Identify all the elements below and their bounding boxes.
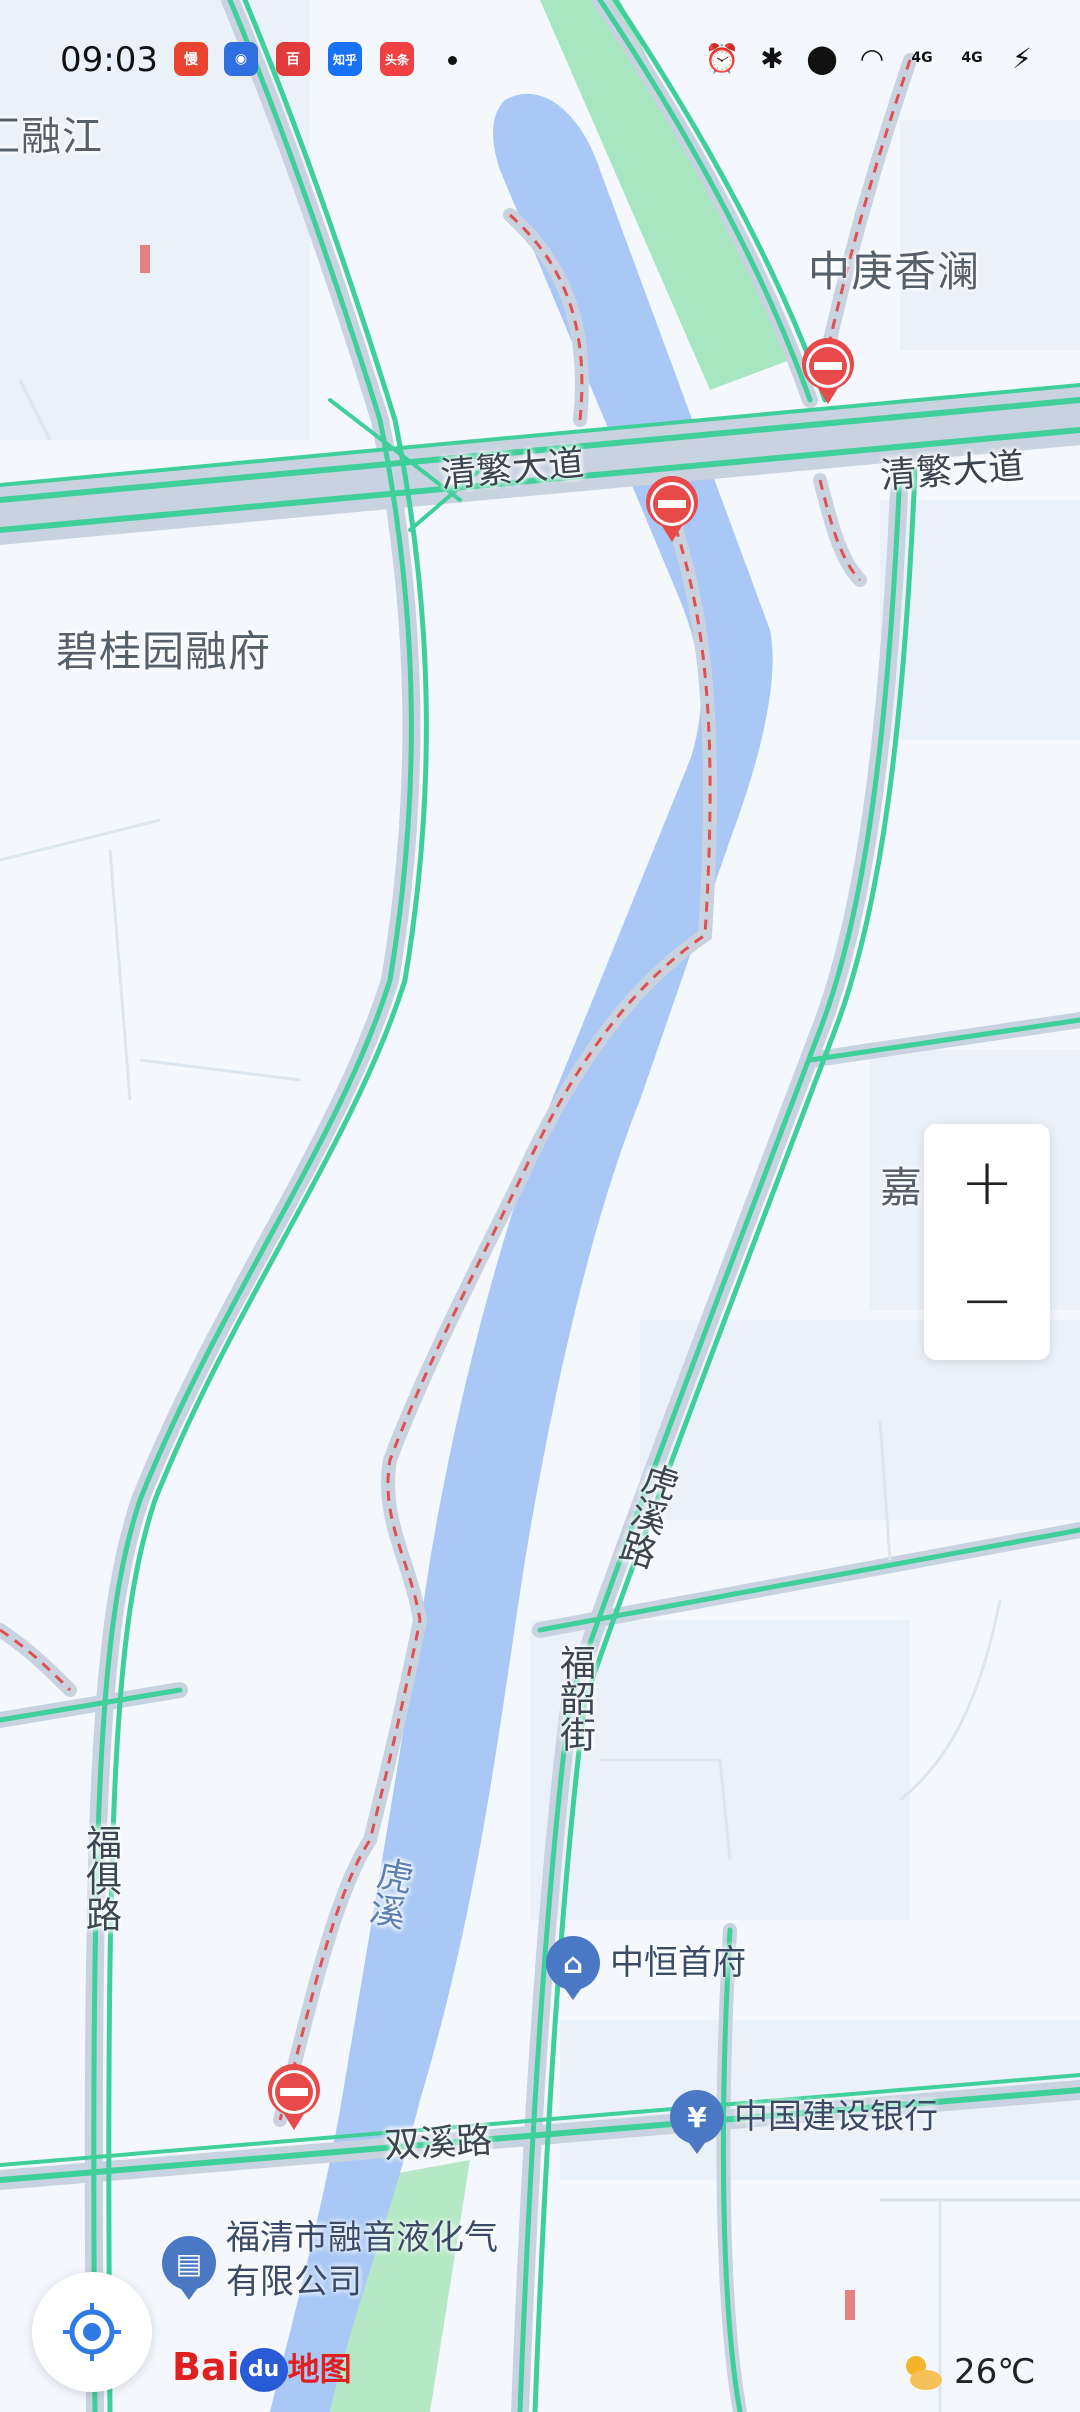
company-icon: ▤	[162, 2236, 216, 2290]
logo-bai: Bai	[172, 2345, 240, 2389]
bluetooth-icon: ✱	[760, 41, 784, 75]
poi-name: 中恒首府	[610, 1943, 746, 1983]
alarm-icon: ⏰	[704, 41, 740, 75]
road-label-qingfan-right[interactable]: 清繁大道	[878, 437, 1026, 499]
no-entry-marker-1[interactable]	[800, 338, 856, 408]
baidu-assistant-icon: ◉	[224, 42, 258, 76]
system-status-icons: ⏰ ✱ ⬤ ◠ 4G 4G ⚡	[704, 38, 1040, 78]
logo-paw-icon: du	[239, 2347, 288, 2392]
poi-name: 中国建设银行	[734, 2097, 938, 2137]
man-app-icon: 慢	[174, 42, 208, 76]
poi-name-line1: 福清市融音液化气	[226, 2218, 498, 2258]
bank-yuan-icon: ¥	[670, 2090, 724, 2144]
charging-icon: ⚡	[1012, 41, 1032, 75]
toutiao-app-icon: 头条	[380, 42, 414, 76]
status-bar: 09:03 慢 ◉ 百 知乎 头条 ⏰ ✱ ⬤ ◠ 4G 4G ⚡	[0, 0, 1080, 120]
logo-ditu: 地图	[287, 2350, 352, 2388]
area-label-huirongjiang[interactable]: 汇融江	[0, 104, 103, 162]
baidu-wallet-icon: 百	[276, 42, 310, 76]
no-entry-marker-3[interactable]	[266, 2064, 322, 2134]
area-label-biguiyuan[interactable]: 碧桂园融府	[56, 618, 271, 679]
crosshair-location-icon	[63, 2303, 121, 2361]
zoom-controls: + −	[924, 1124, 1050, 1360]
zoom-in-button[interactable]: +	[924, 1124, 1050, 1242]
poi-construction-bank[interactable]: ¥ 中国建设银行	[670, 2090, 938, 2144]
poi-name-line2: 有限公司	[226, 2262, 362, 2302]
partly-cloudy-icon	[906, 2356, 942, 2390]
location-icon: ⬤	[806, 41, 838, 75]
road-label-shuangxi[interactable]: 双溪路	[383, 2111, 494, 2169]
zoom-out-button[interactable]: −	[924, 1242, 1050, 1360]
area-label-zhonggeng[interactable]: 中庚香澜	[808, 238, 980, 299]
road-label-fushao[interactable]: 福韶街	[548, 1644, 600, 1752]
locate-me-button[interactable]	[32, 2272, 152, 2392]
poi-name: 福清市融音液化气 有限公司	[226, 2216, 498, 2304]
poi-zhongheng-shoufu[interactable]: ⌂ 中恒首府	[546, 1936, 746, 1990]
signal-icon-1: 4G	[911, 50, 933, 66]
more-notifications-dot	[448, 56, 457, 65]
area-label-jia[interactable]: 嘉	[880, 1154, 923, 1215]
no-entry-marker-2[interactable]	[644, 476, 700, 546]
building-icon: ⌂	[546, 1936, 600, 1990]
weather-widget[interactable]: 26℃	[900, 2352, 1035, 2392]
zhihu-app-icon: 知乎	[328, 42, 362, 76]
wifi-icon: ◠	[859, 41, 885, 75]
poi-rongyin-gas[interactable]: ▤ 福清市融音液化气 有限公司	[162, 2216, 498, 2304]
baidu-map-logo: Bai du 地图	[172, 2344, 352, 2392]
status-time: 09:03	[60, 40, 158, 80]
signal-icon-2: 4G	[961, 50, 983, 66]
temperature-text: 26℃	[954, 2352, 1036, 2392]
road-label-fuju[interactable]: 福俱路	[74, 1824, 126, 1932]
